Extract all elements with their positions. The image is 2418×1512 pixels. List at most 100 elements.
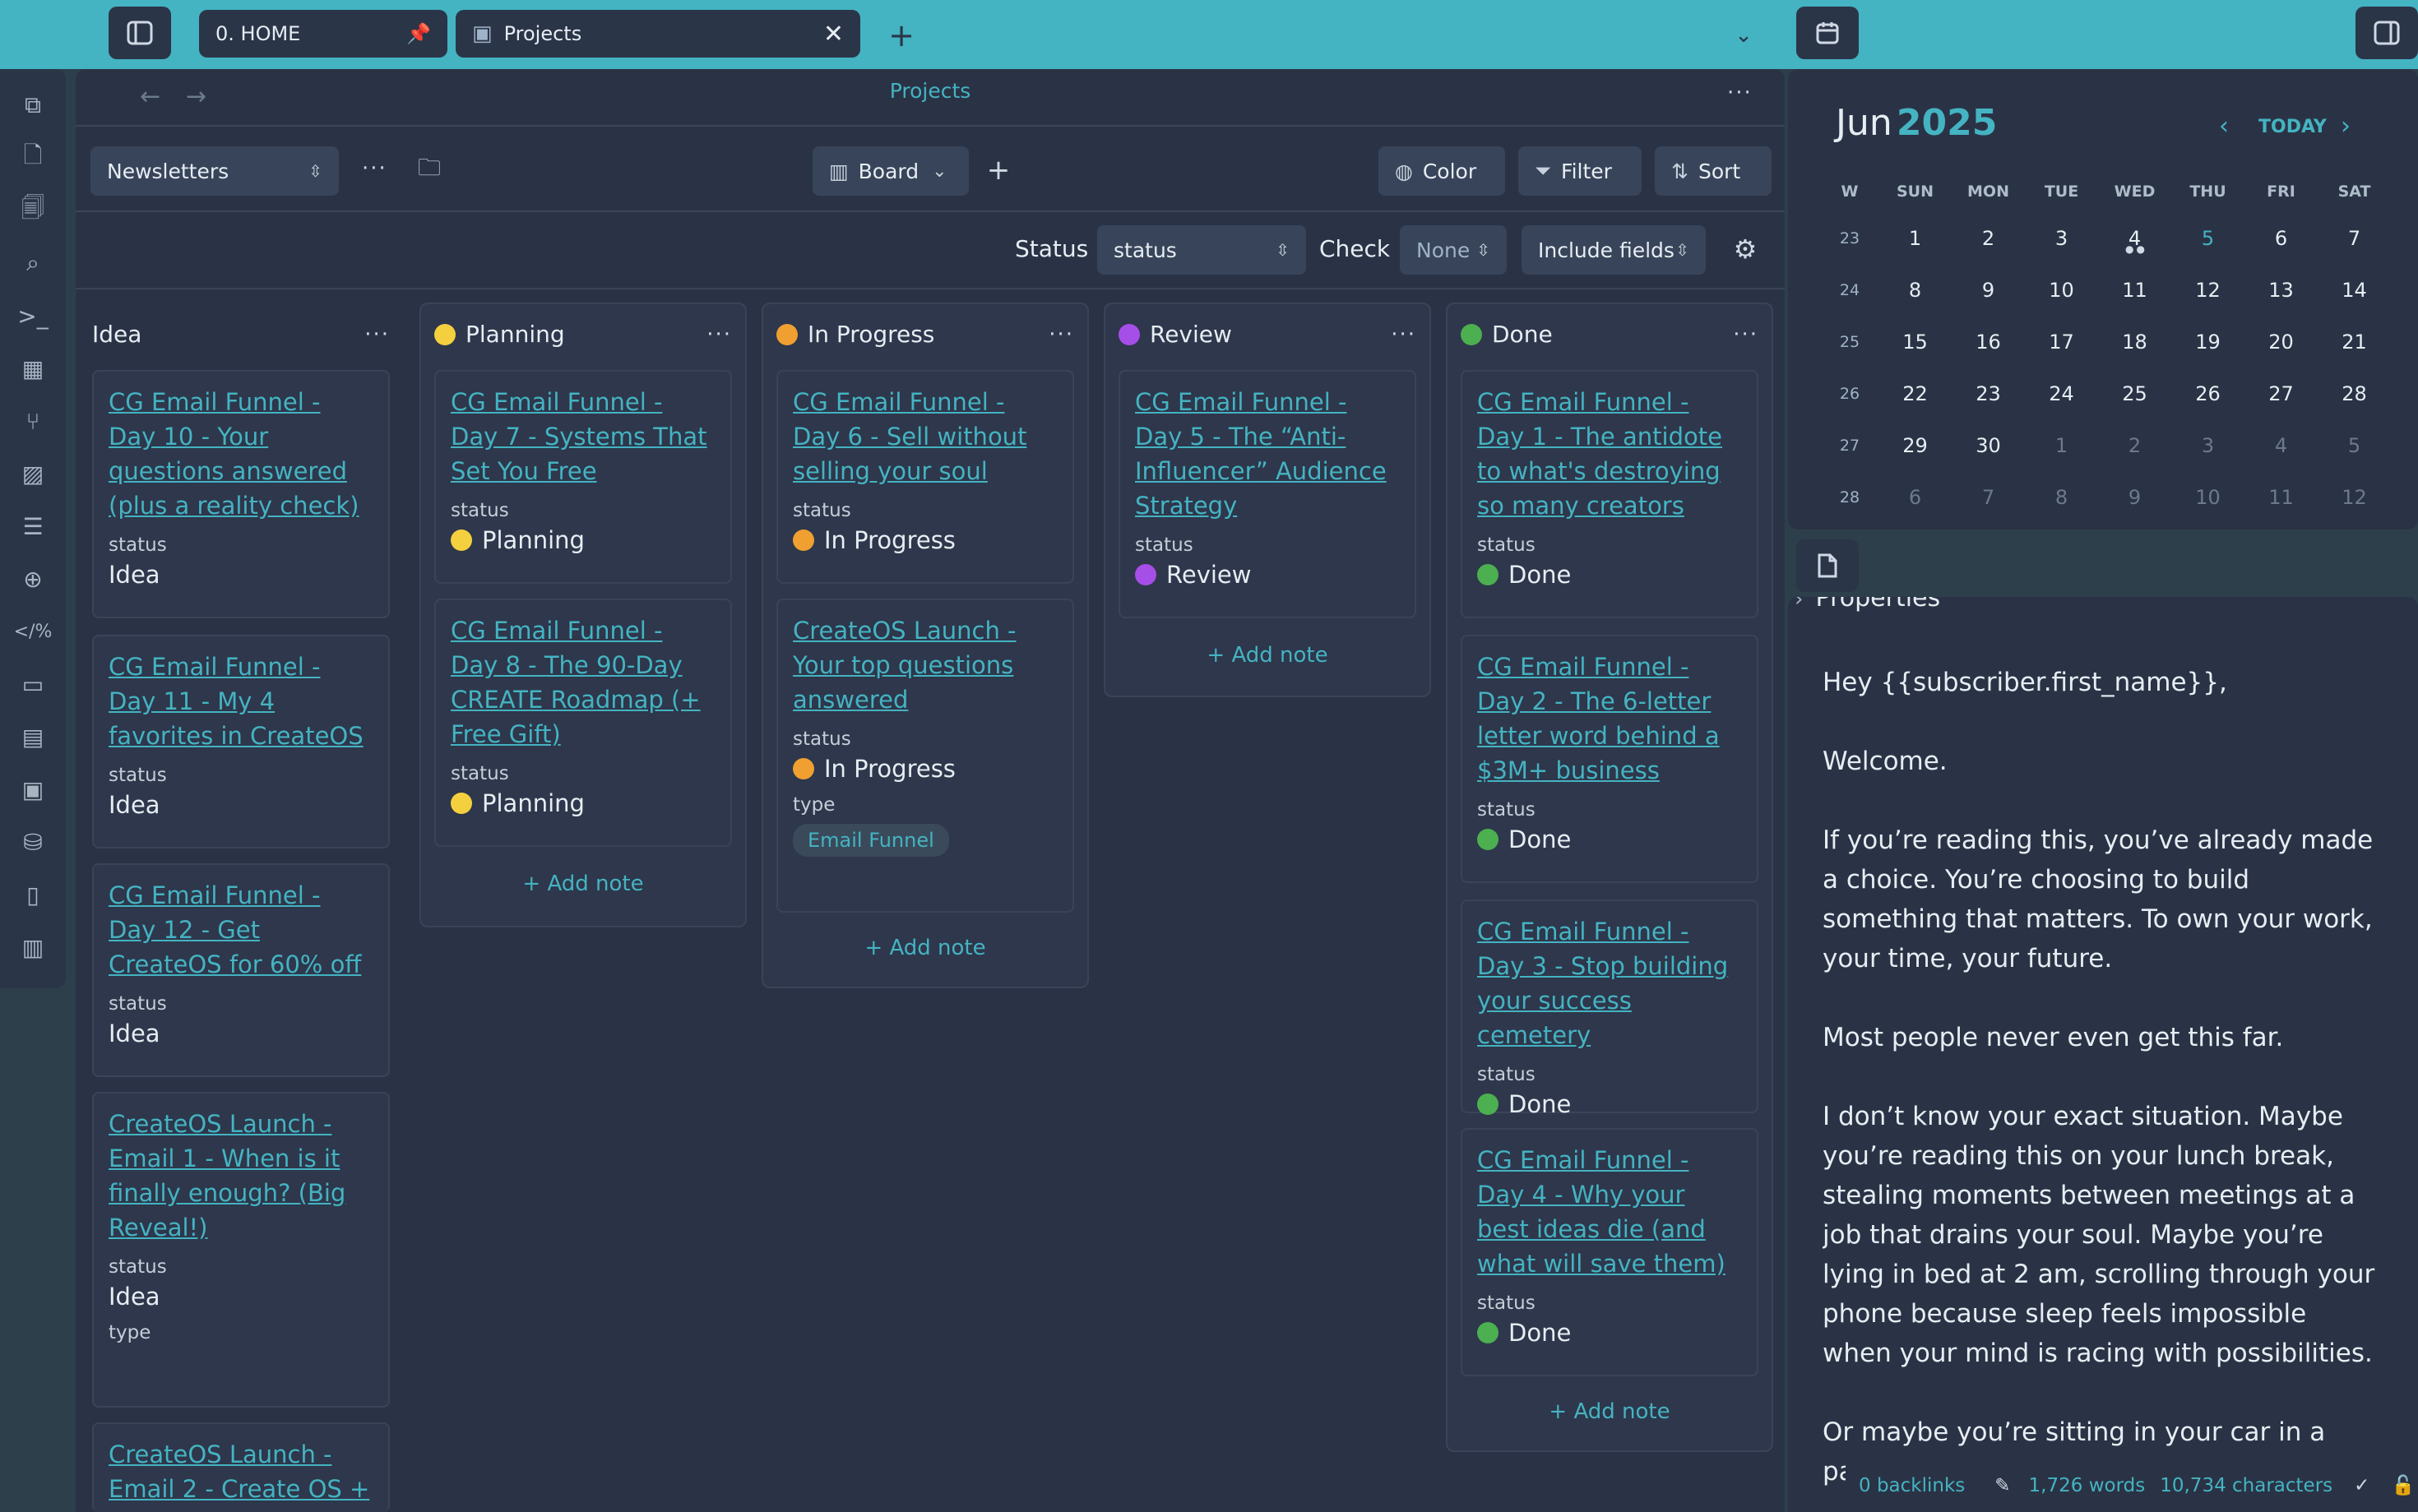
board-card[interactable]: CG Email Funnel - Day 11 - My 4 favorite…: [92, 635, 390, 848]
calendar-day[interactable]: 4: [2244, 434, 2318, 457]
card-title[interactable]: CG Email Funnel - Day 10 - Your question…: [109, 385, 373, 523]
calendar-day[interactable]: 13: [2244, 279, 2318, 302]
calendar-day[interactable]: 16: [1952, 331, 2025, 354]
zoom-icon[interactable]: ⊕: [0, 553, 66, 605]
board-card[interactable]: CG Email Funnel - Day 7 - Systems That S…: [434, 370, 732, 584]
board-card[interactable]: CG Email Funnel - Day 3 - Stop building …: [1461, 899, 1758, 1118]
pin-icon[interactable]: 📌: [406, 22, 431, 45]
calendar-button[interactable]: [1796, 7, 1859, 59]
board-card[interactable]: CG Email Funnel - Day 8 - The 90-Day CRE…: [434, 599, 732, 847]
card-title[interactable]: CG Email Funnel - Day 1 - The antidote t…: [1477, 385, 1742, 523]
image-icon[interactable]: ▨: [0, 447, 66, 500]
calendar-day[interactable]: 10: [2025, 279, 2098, 302]
board-card[interactable]: CG Email Funnel - Day 1 - The antidote t…: [1461, 370, 1758, 618]
calendar-day[interactable]: 25: [2098, 382, 2171, 405]
tab-projects[interactable]: ▣ Projects ✕: [456, 10, 860, 58]
terminal-icon[interactable]: >_: [0, 289, 66, 342]
sort-button[interactable]: ⇅ Sort: [1655, 146, 1772, 196]
document-tab-button[interactable]: [1796, 539, 1859, 592]
search-icon[interactable]: ⌕: [0, 237, 66, 289]
backlinks-count[interactable]: 0 backlinks: [1859, 1475, 1965, 1496]
chevron-down-icon[interactable]: ⌄: [1727, 15, 1760, 56]
calendar-day[interactable]: 7: [2318, 227, 2391, 250]
calendar-day[interactable]: 26: [2171, 382, 2244, 405]
gallery-icon[interactable]: ▣: [0, 763, 66, 816]
week-number[interactable]: 27: [1821, 437, 1878, 455]
card-title[interactable]: CG Email Funnel - Day 12 - Get CreateOS …: [109, 878, 373, 982]
database-icon[interactable]: ⛁: [0, 816, 66, 868]
card-title[interactable]: CreateOS Launch - Your top questions ans…: [793, 613, 1058, 717]
calendar-day[interactable]: 8: [2025, 486, 2098, 509]
calendar-day-icon[interactable]: ▥: [0, 921, 66, 973]
calendar-day[interactable]: 28: [2318, 382, 2391, 405]
calendar-day[interactable]: 12: [2171, 279, 2244, 302]
calendar-day[interactable]: 5: [2318, 434, 2391, 457]
open-note-icon[interactable]: 🗐: [0, 184, 66, 237]
calendar-day[interactable]: 1: [1878, 227, 1952, 250]
view-mode-button[interactable]: ▥ Board ⌄: [813, 146, 969, 196]
files-icon[interactable]: ⧉: [0, 79, 66, 132]
column-more-icon[interactable]: ···: [1733, 322, 1758, 347]
board-card[interactable]: CreateOS Launch - Email 2 - Create OS +: [92, 1422, 390, 1512]
status-field-select[interactable]: status ⇳: [1097, 225, 1306, 275]
prop-value[interactable]: Done: [1477, 825, 1742, 853]
add-view-icon[interactable]: +: [982, 151, 1015, 189]
stack-icon[interactable]: ☰: [0, 500, 66, 553]
calendar-day[interactable]: 12: [2318, 486, 2391, 509]
view-more-icon[interactable]: ···: [362, 156, 387, 181]
calendar-day-today[interactable]: 5: [2171, 227, 2244, 250]
close-tab-icon[interactable]: ✕: [823, 20, 844, 49]
card-title[interactable]: CreateOS Launch - Email 2 - Create OS +: [109, 1437, 373, 1506]
board-card[interactable]: CG Email Funnel - Day 4 - Why your best …: [1461, 1128, 1758, 1376]
calendar-day[interactable]: 22: [1878, 382, 1952, 405]
calendar-day[interactable]: 11: [2098, 279, 2171, 302]
prop-value[interactable]: Review: [1135, 561, 1400, 589]
prop-value[interactable]: Planning: [451, 789, 716, 817]
calendar-day[interactable]: 21: [2318, 331, 2391, 354]
card-title[interactable]: CG Email Funnel - Day 11 - My 4 favorite…: [109, 650, 373, 753]
calendar-day[interactable]: 6: [2244, 227, 2318, 250]
card-title[interactable]: CG Email Funnel - Day 7 - Systems That S…: [451, 385, 716, 488]
calendar-day[interactable]: 30: [1952, 434, 2025, 457]
calendar-day[interactable]: 29: [1878, 434, 1952, 457]
book-icon[interactable]: ▯: [0, 868, 66, 921]
calendar-day[interactable]: 8: [1878, 279, 1952, 302]
document-body[interactable]: Hey {{subscriber.first_name}}, Welcome. …: [1823, 663, 2382, 1501]
new-note-icon[interactable]: 🗋: [0, 132, 66, 184]
card-title[interactable]: CreateOS Launch - Email 1 - When is it f…: [109, 1107, 373, 1245]
view-select[interactable]: Newsletters ⇳: [90, 146, 339, 196]
board-card[interactable]: CG Email Funnel - Day 10 - Your question…: [92, 370, 390, 618]
sync-check-icon[interactable]: ✓: [2354, 1475, 2369, 1496]
board-card[interactable]: CreateOS Launch - Your top questions ans…: [776, 599, 1074, 913]
prop-value[interactable]: In Progress: [793, 526, 1058, 554]
column-more-icon[interactable]: ···: [1391, 322, 1416, 347]
prop-value[interactable]: Idea: [109, 1283, 373, 1311]
calendar-day[interactable]: 7: [1952, 486, 2025, 509]
settings-gear-icon[interactable]: ⚙: [1727, 230, 1763, 268]
add-note-button[interactable]: + Add note: [776, 936, 1074, 960]
chevron-right-icon[interactable]: ›: [2341, 112, 2351, 141]
prop-value[interactable]: Idea: [109, 1020, 373, 1047]
week-number[interactable]: 26: [1821, 385, 1878, 403]
card-title[interactable]: CG Email Funnel - Day 4 - Why your best …: [1477, 1143, 1742, 1281]
dashboard-icon[interactable]: ▦: [0, 342, 66, 395]
prop-value[interactable]: Idea: [109, 791, 373, 819]
prop-value[interactable]: Idea: [109, 561, 373, 589]
board-card[interactable]: CG Email Funnel - Day 12 - Get CreateOS …: [92, 863, 390, 1077]
calendar-day[interactable]: 15: [1878, 331, 1952, 354]
calendar-day[interactable]: 6: [1878, 486, 1952, 509]
add-note-button[interactable]: + Add note: [434, 872, 732, 896]
folder-icon[interactable]: 🗀: [413, 151, 446, 189]
calendar-day[interactable]: 2: [1952, 227, 2025, 250]
calendar-day[interactable]: 19: [2171, 331, 2244, 354]
add-note-button[interactable]: + Add note: [1461, 1399, 1758, 1424]
prop-value[interactable]: Done: [1477, 1319, 1742, 1347]
prop-value[interactable]: In Progress: [793, 755, 1058, 783]
calendar-day[interactable]: 10: [2171, 486, 2244, 509]
today-button[interactable]: TODAY: [2258, 117, 2327, 137]
calendar-day[interactable]: 17: [2025, 331, 2098, 354]
prop-value[interactable]: Done: [1477, 1090, 1742, 1118]
board-card[interactable]: CG Email Funnel - Day 5 - The “Anti-Infl…: [1119, 370, 1416, 618]
properties-header[interactable]: › Properties: [1795, 597, 2403, 612]
column-more-icon[interactable]: ···: [1049, 322, 1074, 347]
